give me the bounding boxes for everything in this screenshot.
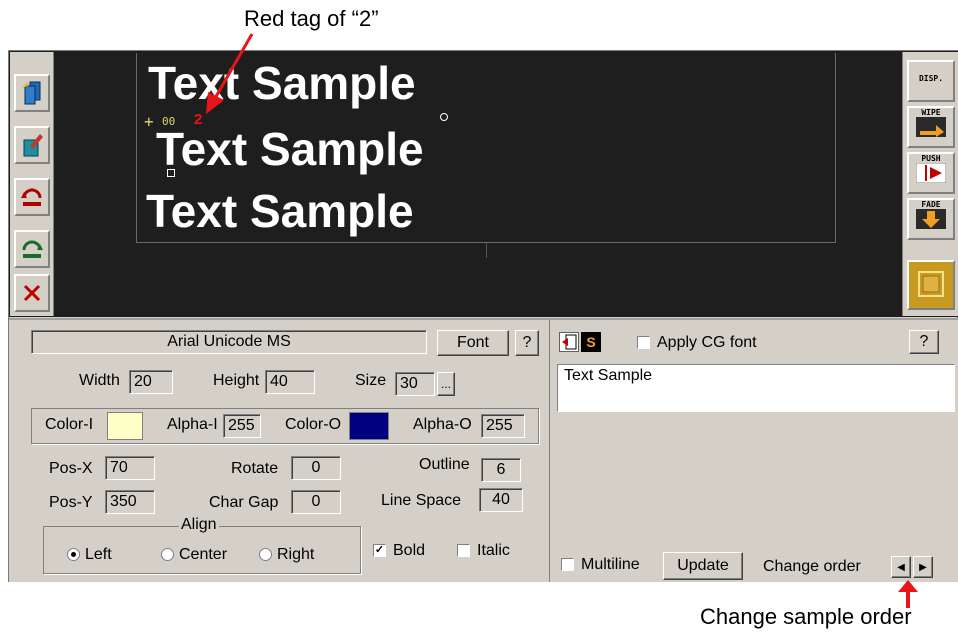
bold-label: Bold: [393, 542, 426, 559]
size-label: Size: [355, 372, 387, 389]
align-right-radio[interactable]: [259, 548, 272, 561]
alpha-i-field[interactable]: 255: [223, 414, 261, 438]
font-name: Arial Unicode MS: [167, 333, 291, 350]
arrow-right-icon: ▶: [919, 561, 927, 573]
fade-button[interactable]: FADE: [907, 198, 955, 240]
chargap-field[interactable]: 0: [291, 490, 341, 514]
align-left-radio[interactable]: [67, 548, 80, 561]
apply-cg-font-checkbox[interactable]: [637, 336, 650, 349]
canvas-divider: [486, 243, 487, 258]
alpha-o-field[interactable]: 255: [481, 414, 525, 438]
color-i-label: Color-I: [45, 416, 94, 433]
color-o-swatch[interactable]: [349, 412, 389, 440]
posx-label: Pos-X: [49, 460, 93, 477]
left-toolbar: [10, 52, 54, 316]
fade-label: FADE: [921, 200, 941, 209]
text-help-button[interactable]: ?: [909, 330, 939, 354]
cg-font-icon[interactable]: S: [581, 332, 601, 352]
font-button[interactable]: Font: [437, 330, 509, 356]
size-more-button[interactable]: ...: [437, 372, 455, 396]
layers-icon: [22, 81, 41, 105]
rotate-right-button[interactable]: [14, 230, 50, 268]
posx-field[interactable]: 70: [105, 456, 155, 480]
change-order-label: Change order: [763, 558, 861, 575]
text-sample-3[interactable]: Text Sample: [146, 188, 414, 234]
import-text-icon[interactable]: [559, 332, 579, 352]
align-center-label: Center: [179, 546, 228, 563]
posy-field[interactable]: 350: [105, 490, 155, 514]
annotation-change-order: Change sample order: [700, 604, 912, 629]
text-panel-divider: [549, 320, 550, 582]
rotate-right-icon: [22, 240, 43, 258]
push-button[interactable]: PUSH: [907, 152, 955, 194]
linespace-field[interactable]: 40: [479, 488, 523, 512]
arrow-to-tag-icon: [206, 33, 254, 114]
wipe-button[interactable]: WIPE: [907, 106, 955, 148]
multiline-label: Multiline: [581, 556, 640, 573]
frame-button[interactable]: [907, 260, 955, 310]
order-prev-button[interactable]: ◀: [891, 556, 911, 578]
italic-checkbox[interactable]: [457, 544, 470, 557]
italic-label: Italic: [477, 542, 510, 559]
rotate-left-icon: [21, 188, 42, 206]
disp-label: DISP.: [918, 74, 944, 83]
settings-panel: Arial Unicode MS Font ? Width 20 Height …: [9, 318, 958, 582]
alpha-o-label: Alpha-O: [413, 416, 472, 433]
rotate-left-button[interactable]: [14, 178, 50, 216]
annotation-red-tag: Red tag of “2”: [244, 6, 379, 31]
linespace-label: Line Space: [381, 492, 462, 509]
bold-checkbox[interactable]: ✓: [373, 544, 386, 557]
wipe-label: WIPE: [921, 108, 941, 117]
outline-field[interactable]: 6: [481, 458, 521, 482]
handle-top-right[interactable]: [440, 113, 448, 121]
align-right-label: Right: [277, 546, 315, 563]
height-field[interactable]: 40: [265, 370, 315, 394]
order-next-button[interactable]: ▶: [913, 556, 933, 578]
handle-bottom-left[interactable]: [167, 169, 175, 177]
color-i-swatch[interactable]: [107, 412, 143, 440]
arrow-to-order-icon: [898, 580, 918, 608]
arrow-left-icon: ◀: [897, 561, 905, 573]
push-label: PUSH: [921, 154, 941, 163]
font-help-button[interactable]: ?: [515, 330, 539, 356]
disp-button[interactable]: DISP.: [907, 60, 955, 102]
align-center-radio[interactable]: [161, 548, 174, 561]
fade-icon: [916, 209, 946, 229]
text-input-value: Text Sample: [564, 367, 653, 384]
frame-icon: [918, 271, 944, 297]
edit-layer-icon: [23, 134, 43, 157]
size-field[interactable]: 30: [395, 372, 435, 396]
alpha-i-label: Alpha-I: [167, 416, 218, 433]
rotate-label: Rotate: [231, 460, 279, 477]
right-toolbar: DISP. WIPE PUSH FADE: [902, 52, 958, 316]
height-label: Height: [213, 372, 260, 389]
color-o-label: Color-O: [285, 416, 342, 433]
push-icon: [915, 162, 947, 184]
multiline-checkbox[interactable]: [561, 558, 574, 571]
posy-label: Pos-Y: [49, 494, 93, 511]
text-sample-1[interactable]: Text Sample: [148, 60, 416, 106]
text-sample-2[interactable]: Text Sample: [156, 126, 424, 172]
align-label: Align: [179, 516, 219, 534]
apply-cg-font-label: Apply CG font: [657, 334, 757, 351]
update-button[interactable]: Update: [663, 552, 743, 580]
crosshair-marker: +: [144, 112, 154, 131]
tag-id: 00: [162, 115, 176, 128]
delete-icon: [23, 284, 41, 302]
outline-label: Outline: [419, 456, 470, 473]
width-label: Width: [79, 372, 120, 389]
align-left-label: Left: [85, 546, 112, 563]
font-name-field[interactable]: Arial Unicode MS: [31, 330, 427, 354]
wipe-icon: [916, 117, 946, 137]
edit-layer-button[interactable]: [14, 126, 50, 164]
chargap-label: Char Gap: [209, 494, 279, 511]
rotate-field[interactable]: 0: [291, 456, 341, 480]
width-field[interactable]: 20: [129, 370, 173, 394]
delete-button[interactable]: [14, 274, 50, 312]
text-input[interactable]: Text Sample: [557, 364, 955, 412]
layers-button[interactable]: [14, 74, 50, 112]
